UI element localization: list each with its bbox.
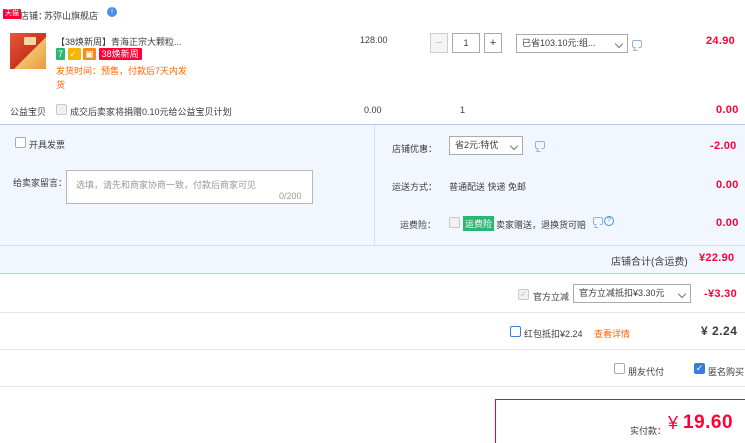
red-packet-row: 红包抵扣¥2.24 查看详情 ¥ 2.24 [0, 314, 745, 350]
insurance-info-icon[interactable] [593, 217, 603, 225]
seller-message-textarea[interactable]: 选填，请先和商家协商一致，付款后商家可见 0/200 [66, 170, 313, 204]
discount-info-icon[interactable] [632, 40, 642, 48]
shop-header: 天猫 店铺： 苏弥山旗舰店 i [0, 0, 745, 28]
invoice-checkbox[interactable] [15, 137, 26, 148]
official-discount-checkbox: ✓ [518, 289, 529, 300]
product-badges: 7 ✓ ▣ 38焕新周 [56, 48, 142, 61]
product-title-link[interactable]: 【38焕新周】青海正宗大颗粒... [56, 35, 182, 48]
payment-options-row: 朋友代付 ✓ 匿名购买 [0, 351, 745, 387]
shop-label: 店铺： [20, 11, 48, 21]
insurance-amount: 0.00 [716, 217, 739, 229]
card-icon: ▣ [83, 48, 97, 60]
seller-message-label: 给卖家留言： [13, 178, 68, 188]
charity-subtotal: 0.00 [716, 104, 739, 116]
product-row: 【38焕新周】青海正宗大颗粒... 7 ✓ ▣ 38焕新周 发货时间：预售，付款… [0, 28, 745, 94]
shop-discount-select[interactable]: 省2元:特优 [449, 136, 523, 155]
pay-label: 实付款： [630, 426, 667, 436]
charity-qty: 1 [460, 105, 466, 115]
delivery-amount: 0.00 [716, 179, 739, 191]
chevron-down-icon [509, 141, 519, 151]
qty-input[interactable]: 1 [452, 33, 480, 53]
chevron-down-icon [677, 289, 687, 299]
event-badge: 38焕新周 [98, 48, 142, 60]
ship-time: 发货时间：预售，付款后7天内发货 [56, 66, 188, 90]
charity-row: 公益宝贝 成交后卖家将捐赠0.10元给公益宝贝计划 0.00 1 0.00 [0, 97, 745, 121]
seven-day-return-icon: 7 [56, 48, 66, 60]
insurance-label: 运费险： [400, 220, 437, 230]
pay-amount: 19.60 [683, 412, 734, 433]
insurance-badge: 运费险 [463, 216, 495, 231]
chevron-down-icon [614, 39, 624, 49]
shop-discount-amount: -2.00 [710, 140, 737, 152]
shop-discount-info-icon[interactable] [535, 141, 545, 149]
insurance-help-icon[interactable]: ? [604, 216, 614, 226]
qty-increase-button[interactable]: + [484, 33, 502, 53]
order-options-panel: 开具发票 给卖家留言： 选填，请先和商家协商一致，付款后商家可见 0/200 店… [0, 124, 745, 274]
official-discount-label: 官方立减 [533, 292, 570, 302]
shop-total-amount: ¥22.90 [699, 252, 735, 264]
anonymous-label: 匿名购买 [708, 367, 745, 377]
friend-pay-label: 朋友代付 [628, 367, 665, 377]
insurance-checkbox [449, 217, 460, 228]
unit-price: 128.00 [360, 35, 388, 45]
invoice-label: 开具发票 [29, 140, 66, 150]
pay-currency: ¥ [668, 413, 679, 433]
red-packet-details-link[interactable]: 查看详情 [594, 327, 630, 340]
anonymous-checkbox[interactable]: ✓ [694, 363, 705, 374]
product-image[interactable] [10, 33, 46, 69]
qty-decrease-button[interactable]: − [430, 33, 448, 53]
tmall-logo-icon: 天猫 [3, 9, 21, 19]
quantity-stepper: − 1 + [430, 33, 502, 53]
pay-summary-box: 实付款： ¥ 19.60 [495, 399, 745, 443]
official-discount-select[interactable]: 官方立减抵扣¥3.30元 [573, 284, 691, 303]
red-packet-label: 红包抵扣¥2.24 [524, 329, 583, 339]
red-packet-checkbox[interactable] [510, 326, 521, 337]
seller-message-counter: 0/200 [279, 191, 302, 201]
shop-total-label: 店铺合计(含运费) [611, 257, 688, 268]
insurance-text: 卖家赠送，退换货可赔 [496, 220, 587, 230]
red-packet-amount: ¥ 2.24 [701, 324, 738, 338]
guarantee-icon: ✓ [67, 48, 81, 60]
delivery-label: 运送方式： [392, 182, 438, 192]
item-subtotal: 24.90 [706, 35, 736, 47]
delivery-text: 普通配送 快递 免邮 [449, 182, 527, 192]
shop-service-icon[interactable]: i [107, 7, 117, 17]
friend-pay-checkbox[interactable] [614, 363, 625, 374]
charity-text: 成交后卖家将捐赠0.10元给公益宝贝计划 [70, 107, 232, 117]
item-discount-select[interactable]: 已省103.10元:组... [516, 34, 628, 53]
charity-checkbox [56, 104, 67, 115]
charity-price: 0.00 [364, 105, 382, 115]
shop-name-link[interactable]: 苏弥山旗舰店 [44, 9, 98, 22]
official-discount-amount: -¥3.30 [704, 288, 737, 300]
seller-message-placeholder: 选填，请先和商家协商一致，付款后商家可见 [76, 180, 257, 190]
shop-discount-label: 店铺优惠： [392, 144, 438, 154]
charity-label: 公益宝贝 [10, 107, 47, 117]
official-discount-row: ✓ 官方立减 官方立减抵扣¥3.30元 -¥3.30 [0, 276, 745, 313]
